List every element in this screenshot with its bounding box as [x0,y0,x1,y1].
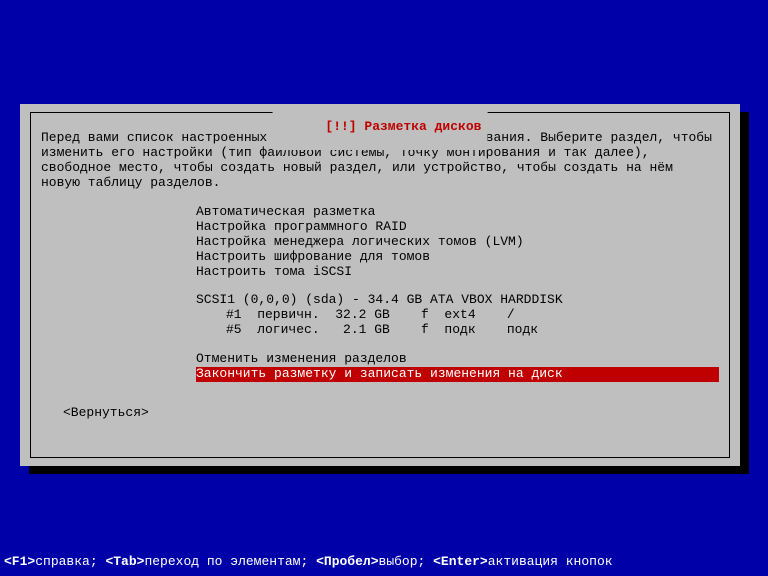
menu-configure-raid[interactable]: Настройка программного RAID [196,220,719,235]
dialog-title: [!!] Разметка дисков [273,105,488,150]
menu-configure-encryption[interactable]: Настроить шифрование для томов [196,250,719,265]
menu-configure-iscsi[interactable]: Настроить тома iSCSI [196,265,719,280]
title-text: [!!] Разметка дисков [325,119,481,134]
partition-menu: Автоматическая разметка Настройка програ… [196,205,719,382]
enter-key: <Enter> [433,554,488,569]
menu-configure-lvm[interactable]: Настройка менеджера логических томов (LV… [196,235,719,250]
enter-label: активация кнопок [488,554,613,569]
tab-label: переход по элементам; [144,554,316,569]
tab-key: <Tab> [105,554,144,569]
menu-spacer [196,279,719,293]
disk-sda[interactable]: SCSI1 (0,0,0) (sda) - 34.4 GB ATA VBOX H… [196,293,719,308]
f1-key: <F1> [4,554,35,569]
partition-sda5[interactable]: #5 логичес. 2.1 GB f подк подк [226,323,719,338]
menu-finish-partitioning[interactable]: Закончить разметку и записать изменения … [196,367,719,382]
partition-dialog: [!!] Разметка дисков Перед вами список н… [20,104,740,466]
f1-label: справка; [35,554,105,569]
space-label: выбор; [379,554,434,569]
menu-spacer-2 [196,338,719,352]
back-button[interactable]: <Вернуться> [63,406,719,421]
partition-sda1[interactable]: #1 первичн. 32.2 GB f ext4 / [226,308,719,323]
menu-undo-changes[interactable]: Отменить изменения разделов [196,352,719,367]
help-footer: <F1>справка; <Tab>переход по элементам; … [4,555,613,570]
space-key: <Пробел> [316,554,378,569]
dialog-frame: [!!] Разметка дисков Перед вами список н… [30,112,730,458]
menu-auto-partition[interactable]: Автоматическая разметка [196,205,719,220]
